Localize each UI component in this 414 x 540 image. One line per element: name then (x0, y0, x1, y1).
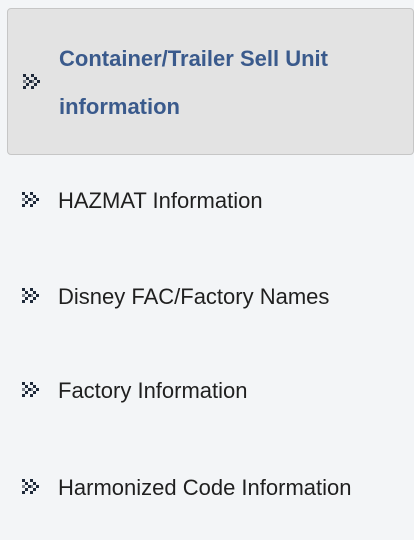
double-chevron-right-icon (21, 191, 43, 211)
double-chevron-right-icon (22, 73, 44, 93)
nav-item-container-trailer-sell-unit[interactable]: Container/Trailer Sell Unit information (7, 8, 414, 155)
nav-item-disney-fac-factory-names[interactable]: Disney FAC/Factory Names (0, 277, 414, 317)
double-chevron-right-icon (21, 381, 43, 401)
double-chevron-right-icon (21, 287, 43, 307)
double-chevron-right-icon (21, 478, 43, 498)
nav-item-factory-information[interactable]: Factory Information (0, 371, 414, 411)
nav-item-label: Container/Trailer Sell Unit information (59, 46, 328, 119)
nav-item-label: Factory Information (58, 378, 248, 403)
nav-item-label: Disney FAC/Factory Names (58, 284, 330, 309)
nav-item-hazmat-information[interactable]: HAZMAT Information (0, 181, 414, 221)
nav-item-label: HAZMAT Information (58, 188, 263, 213)
sidebar-nav: Container/Trailer Sell Unit information … (0, 0, 414, 540)
nav-item-harmonized-code-information[interactable]: Harmonized Code Information (0, 468, 414, 508)
nav-item-label: Harmonized Code Information (58, 475, 352, 500)
